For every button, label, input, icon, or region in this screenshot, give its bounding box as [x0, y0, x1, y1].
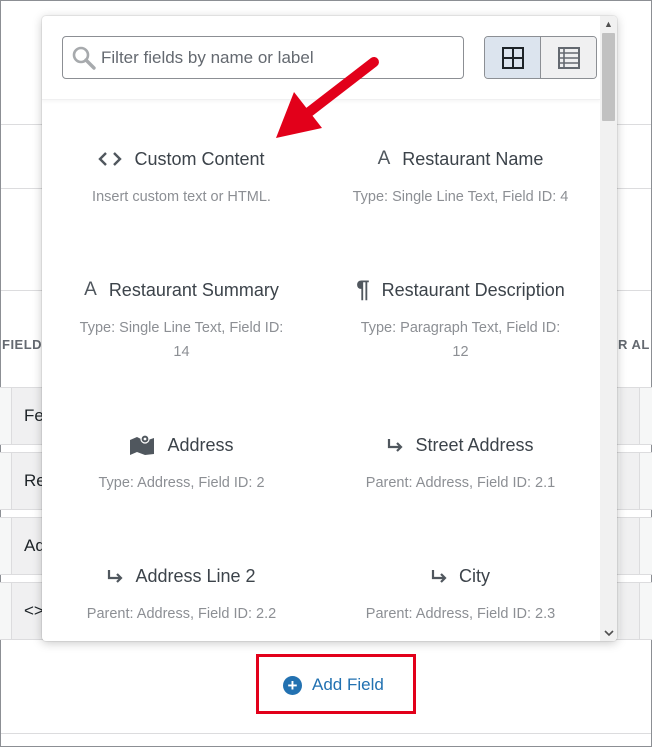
field-description: Parent: Address, Field ID: 2.1 — [365, 475, 556, 491]
field-label: Address Line 2 — [135, 565, 256, 586]
field-label: Restaurant Description — [381, 279, 565, 300]
field-item-city[interactable]: City Parent: Address, Field ID: 2.3 — [321, 563, 600, 626]
field-item-restaurant-description[interactable]: ¶ Restaurant Description Type: Paragraph… — [321, 276, 600, 364]
scrollbar[interactable]: ▲ — [600, 16, 617, 641]
bg-row-edge — [620, 518, 640, 574]
bg-row-label: <> — [11, 583, 42, 639]
scroll-down-icon[interactable] — [600, 625, 617, 641]
field-description: Parent: Address, Field ID: 2.3 — [365, 606, 556, 622]
list-view-button[interactable] — [541, 37, 596, 78]
bg-row-label: Re — [11, 453, 42, 509]
field-description: Insert custom text or HTML. — [92, 189, 271, 205]
field-item-custom-content[interactable]: Custom Content Insert custom text or HTM… — [42, 146, 321, 209]
subfield-arrow-icon — [431, 569, 447, 583]
list-view-icon — [557, 46, 580, 69]
field-description: Type: Single Line Text, Field ID: 14 — [79, 320, 284, 360]
field-description: Parent: Address, Field ID: 2.2 — [86, 606, 277, 622]
field-label: Restaurant Summary — [108, 279, 279, 300]
field-title: Address Line 2 — [42, 563, 321, 589]
field-label: Address — [167, 434, 234, 455]
grid-view-icon — [501, 46, 524, 69]
subfield-arrow-icon — [387, 438, 404, 452]
field-label: Restaurant Name — [402, 148, 544, 169]
bg-row-edge — [620, 453, 640, 509]
view-toggle — [484, 36, 597, 79]
field-item-restaurant-summary[interactable]: A Restaurant Summary Type: Single Line T… — [42, 277, 321, 364]
map-icon — [129, 434, 155, 456]
search-icon — [72, 46, 96, 70]
field-title: ¶ Restaurant Description — [321, 276, 600, 303]
bg-row-edge — [620, 388, 640, 444]
field-title: City — [321, 563, 600, 589]
bg-column-header-right: R AL — [618, 336, 650, 352]
field-title: Custom Content — [42, 146, 321, 172]
field-label: Street Address — [415, 434, 534, 455]
scroll-up-icon[interactable]: ▲ — [600, 16, 617, 32]
field-label: City — [459, 565, 490, 586]
text-a-icon: A — [377, 148, 391, 169]
field-title: A Restaurant Summary — [42, 277, 321, 303]
bg-row-edge — [620, 583, 640, 639]
field-grid: Custom Content Insert custom text or HTM… — [42, 101, 600, 641]
field-item-restaurant-name[interactable]: A Restaurant Name Type: Single Line Text… — [321, 146, 600, 209]
field-title: Address — [42, 432, 321, 458]
field-label: Custom Content — [134, 148, 265, 169]
field-title: Street Address — [321, 432, 600, 458]
grid-view-button[interactable] — [485, 37, 541, 78]
annotation-arrow-icon — [276, 57, 379, 138]
code-icon — [98, 151, 123, 167]
field-item-address-line-2[interactable]: Address Line 2 Parent: Address, Field ID… — [42, 563, 321, 626]
field-item-address[interactable]: Address Type: Address, Field ID: 2 — [42, 432, 321, 495]
bg-divider — [1, 733, 651, 734]
add-field-button[interactable]: + Add Field — [283, 672, 384, 698]
field-description: Type: Paragraph Text, Field ID: 12 — [360, 320, 561, 360]
paragraph-icon: ¶ — [356, 276, 370, 303]
scroll-thumb[interactable] — [602, 33, 615, 121]
add-field-label: Add Field — [312, 675, 384, 694]
bg-row-label: Fe — [11, 388, 42, 444]
bg-row-label: Ad — [11, 518, 42, 574]
plus-circle-icon: + — [283, 675, 302, 695]
search-box[interactable] — [62, 36, 464, 79]
field-title: A Restaurant Name — [321, 146, 600, 172]
text-a-icon: A — [84, 279, 97, 300]
field-description: Type: Address, Field ID: 2 — [98, 475, 265, 491]
bg-column-header-left: FIELD — [2, 336, 42, 352]
subfield-arrow-icon — [107, 569, 124, 583]
field-item-street-address[interactable]: Street Address Parent: Address, Field ID… — [321, 432, 600, 495]
field-description: Type: Single Line Text, Field ID: 4 — [352, 189, 569, 205]
